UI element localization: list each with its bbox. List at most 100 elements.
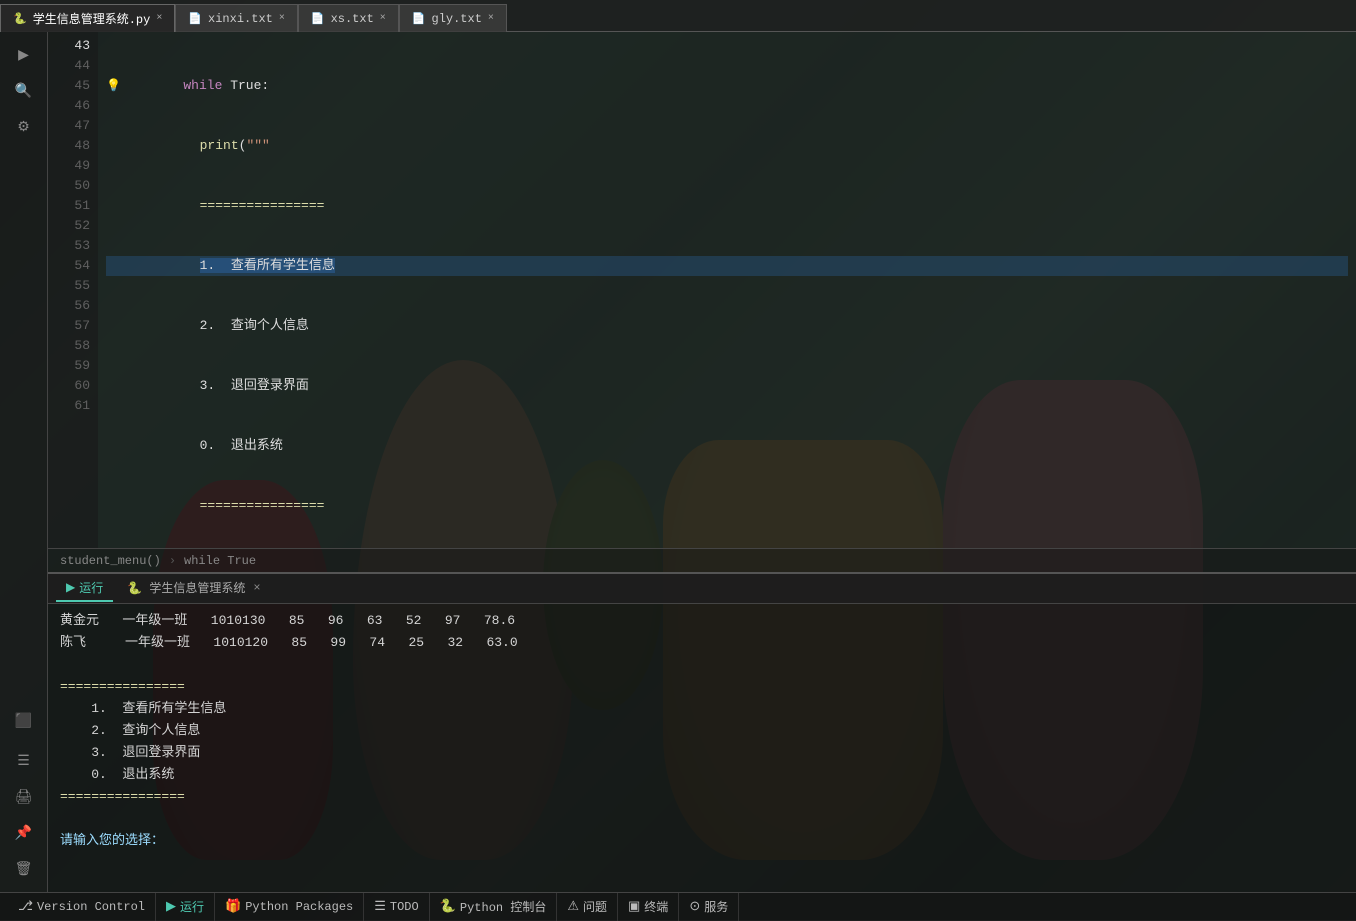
run-file-close[interactable]: × [253,581,260,595]
tab-xinxi[interactable]: 📄 xinxi.txt × [175,4,298,32]
breadcrumb-separator: › [169,554,176,568]
line-47: 47 [56,116,90,136]
tab-gly-close[interactable]: × [488,13,494,24]
status-bar: ⎇ Version Control ▶ 运行 🎁 Python Packages… [0,892,1356,920]
run-tab-icon: ▶ [66,580,75,595]
tab-gly[interactable]: 📄 gly.txt × [399,4,507,32]
terminal-line-8: 0. 退出系统 [60,764,1344,786]
line-50: 50 [56,176,90,196]
delete-gutter-icon[interactable]: 🗑 [9,854,39,884]
problems-status[interactable]: ⚠ 问题 [557,893,618,921]
terminal-label: 终端 [644,898,668,915]
run-gutter-icon[interactable]: ▶ [9,40,39,70]
list-gutter-icon[interactable]: ☰ [9,746,39,776]
stop-gutter-icon[interactable]: ⬛ [9,706,39,736]
python-console-status[interactable]: 🐍 Python 控制台 [430,893,558,921]
editor-area: 43 44 45 46 47 48 49 50 51 52 53 54 55 5… [48,32,1356,892]
tab-xinxi-close[interactable]: × [279,13,285,24]
line-48: 48 [56,136,90,156]
breadcrumb-bar: student_menu() › while True [48,548,1356,572]
terminal-area: ▶ 运行 🐍 学生信息管理系统 × 黄金元 一年级一班 1010130 85 9… [48,572,1356,892]
code-line-49: 0. 退出系统 [106,436,1348,456]
line-58: 58 [56,336,90,356]
version-control-icon: ⎇ [18,899,33,914]
line-61: 61 [56,396,90,416]
terminal-status[interactable]: ▣ 终端 [618,893,679,921]
tab-py-file[interactable]: 🐍 学生信息管理系统.py × [0,4,175,32]
run-file-label: 🐍 学生信息管理系统 [127,579,245,596]
services-label: 服务 [704,898,728,915]
terminal-line-7: 3. 退回登录界面 [60,742,1344,764]
run-file-tab[interactable]: 🐍 学生信息管理系统 × [117,576,270,602]
terminal-content: 黄金元 一年级一班 1010130 85 96 63 52 97 78.6 陈飞… [48,604,1356,892]
print-gutter-icon[interactable]: 🖨 [9,782,39,812]
line-numbers: 43 44 45 46 47 48 49 50 51 52 53 54 55 5… [48,32,98,548]
line-56: 56 [56,296,90,316]
python-packages-status[interactable]: 🎁 Python Packages [215,893,364,921]
code-line-44: print(""" [106,136,1348,156]
tab-xs-label: xs.txt [331,12,374,26]
code-line-46: 1. 查看所有学生信息 [106,256,1348,276]
search-gutter-icon[interactable]: 🔍 [9,76,39,106]
code-content[interactable]: 💡 while True: print(""" ================… [98,32,1356,548]
terminal-line-2: 陈飞 一年级一班 1010120 85 99 74 25 32 63.0 [60,632,1344,654]
line-60: 60 [56,376,90,396]
run-status-label: 运行 [180,898,204,915]
problems-label: 问题 [583,898,607,915]
python-console-label: Python 控制台 [460,898,546,915]
tab-py-close[interactable]: × [156,13,162,24]
pin-gutter-icon[interactable]: 📌 [9,818,39,848]
txt-icon-1: 📄 [188,12,202,26]
code-line-47: 2. 查询个人信息 [106,316,1348,336]
line-53: 53 [56,236,90,256]
settings-gutter-icon[interactable]: ⚙ [9,112,39,142]
terminal-tab-bar: ▶ 运行 🐍 学生信息管理系统 × [48,574,1356,604]
version-control-status[interactable]: ⎇ Version Control [8,893,156,921]
line-49: 49 [56,156,90,176]
terminal-line-3 [60,654,1344,676]
version-control-label: Version Control [37,900,145,914]
services-status[interactable]: ⊙ 服务 [679,893,739,921]
terminal-line-10 [60,808,1344,830]
todo-icon: ☰ [374,899,386,914]
tab-gly-label: gly.txt [432,12,482,26]
todo-status[interactable]: ☰ TODO [364,893,429,921]
txt-icon-3: 📄 [412,12,426,26]
line-43: 43 [56,36,90,56]
terminal-icon: ▣ [628,899,640,914]
bulb-icon: 💡 [106,79,121,93]
line-54: 54 [56,256,90,276]
tab-xs[interactable]: 📄 xs.txt × [298,4,399,32]
python-packages-label: Python Packages [245,900,353,914]
problems-icon: ⚠ [567,899,579,914]
terminal-line-1: 黄金元 一年级一班 1010130 85 96 63 52 97 78.6 [60,610,1344,632]
line-52: 52 [56,216,90,236]
terminal-line-4: ================ [60,676,1344,698]
py-icon: 🐍 [13,12,27,26]
terminal-line-6: 2. 查询个人信息 [60,720,1344,742]
code-line-50: ================ [106,496,1348,516]
tab-py-label: 学生信息管理系统.py [33,10,151,27]
run-tab[interactable]: ▶ 运行 [56,576,113,602]
code-editor[interactable]: 43 44 45 46 47 48 49 50 51 52 53 54 55 5… [48,32,1356,548]
line-59: 59 [56,356,90,376]
todo-label: TODO [390,900,419,914]
left-sidebar: ▶ 🔍 ⚙ ⬛ ☰ 🖨 📌 🗑 [0,32,48,892]
terminal-line-9: ================ [60,786,1344,808]
code-line-45: ================ [106,196,1348,216]
terminal-input-prompt: 请输入您的选择： [60,830,1344,852]
services-icon: ⊙ [689,899,700,914]
tab-bar: 🐍 学生信息管理系统.py × 📄 xinxi.txt × 📄 xs.txt ×… [0,0,1356,32]
run-status[interactable]: ▶ 运行 [156,893,215,921]
run-tab-label: 运行 [79,579,103,596]
breadcrumb-scope: while True [184,554,256,568]
line-55: 55 [56,276,90,296]
tab-xinxi-label: xinxi.txt [208,12,273,26]
run-status-icon: ▶ [166,899,176,914]
terminal-line-5: 1. 查看所有学生信息 [60,698,1344,720]
code-line-48: 3. 退回登录界面 [106,376,1348,396]
python-console-icon: 🐍 [440,899,456,914]
python-packages-icon: 🎁 [225,899,241,914]
line-44: 44 [56,56,90,76]
tab-xs-close[interactable]: × [380,13,386,24]
